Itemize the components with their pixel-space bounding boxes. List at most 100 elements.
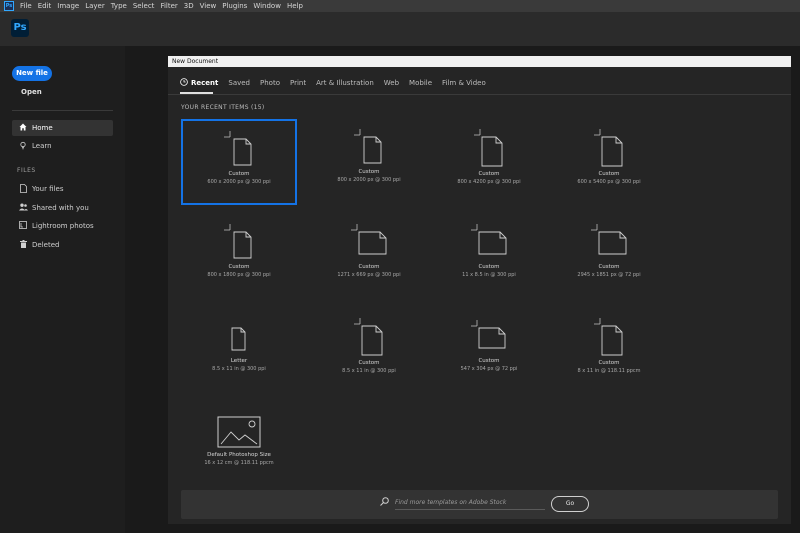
item-dimensions: 2945 x 1851 px @ 72 ppi (577, 272, 641, 278)
item-name: Custom (598, 264, 620, 270)
item-name: Default Photoshop Size (207, 452, 271, 458)
portrait-document-icon (224, 131, 252, 166)
tab-web[interactable]: Web (384, 79, 399, 87)
item-dimensions: 8.5 x 11 in @ 300 ppi (212, 366, 266, 372)
landscape-document-icon (591, 224, 627, 255)
item-dimensions: 547 x 304 px @ 72 ppi (460, 366, 518, 372)
recent-item[interactable]: Letter 8.5 x 11 in @ 300 ppi (181, 308, 297, 394)
landscape-document-icon (351, 224, 387, 255)
tab-label: Recent (191, 79, 219, 87)
item-name: Custom (478, 358, 500, 364)
portrait-document-icon (354, 318, 383, 356)
users-icon (18, 203, 28, 213)
menu-view[interactable]: View (197, 2, 220, 10)
item-dimensions: 11 x 8.5 in @ 300 ppi (462, 272, 516, 278)
photoshop-logo[interactable]: Ps (11, 19, 29, 37)
menu-3d[interactable]: 3D (181, 2, 197, 10)
item-name: Custom (358, 169, 380, 175)
sidebar-divider (12, 110, 113, 111)
go-button[interactable]: Go (551, 496, 589, 512)
preset-tabs: Recent Saved Photo Print Art & Illustrat… (180, 77, 496, 89)
recent-item[interactable]: Custom 600 x 5400 px @ 300 ppi (551, 119, 667, 205)
template-search-bar: Go (181, 490, 778, 519)
open-button[interactable]: Open (21, 88, 42, 96)
image-placeholder-icon (217, 416, 261, 448)
recent-item[interactable]: Custom 800 x 4200 px @ 300 ppi (431, 119, 547, 205)
files-heading: FILES (17, 167, 36, 174)
item-name: Custom (598, 360, 620, 366)
tab-mobile[interactable]: Mobile (409, 79, 432, 87)
tab-saved[interactable]: Saved (228, 79, 250, 87)
recent-item[interactable]: Default Photoshop Size 16 x 12 cm @ 118.… (181, 406, 297, 492)
item-dimensions: 1271 x 669 px @ 300 ppi (337, 272, 401, 278)
home-sidebar: New file Open Home Learn FILES Your file… (0, 46, 125, 533)
item-name: Custom (598, 171, 620, 177)
menu-window[interactable]: Window (250, 2, 284, 10)
item-name: Custom (228, 264, 250, 270)
menu-file[interactable]: File (17, 2, 35, 10)
app-header (0, 12, 800, 46)
lightbulb-icon (18, 141, 28, 152)
recent-item[interactable]: Custom 800 x 1800 px @ 300 ppi (181, 214, 297, 300)
item-name: Custom (358, 360, 380, 366)
tab-divider (168, 94, 791, 95)
sidebar-item-label: Deleted (32, 241, 60, 249)
sidebar-item-deleted[interactable]: Deleted (12, 237, 113, 253)
tab-film-video[interactable]: Film & Video (442, 79, 486, 87)
recent-items-heading: YOUR RECENT ITEMS (15) (181, 104, 265, 111)
template-search-input[interactable] (395, 496, 545, 510)
tab-recent[interactable]: Recent (180, 78, 218, 88)
recent-item[interactable]: Custom 8 x 11 in @ 118.11 ppcm (551, 308, 667, 394)
sidebar-item-shared[interactable]: Shared with you (12, 200, 113, 216)
sidebar-item-label: Home (32, 124, 53, 132)
sidebar-item-your-files[interactable]: Your files (12, 181, 113, 197)
item-dimensions: 16 x 12 cm @ 118.11 ppcm (204, 460, 274, 466)
menu-plugins[interactable]: Plugins (219, 2, 250, 10)
portrait-document-icon (474, 129, 503, 167)
new-file-button[interactable]: New file (12, 66, 52, 81)
tab-print[interactable]: Print (290, 79, 306, 87)
menu-help[interactable]: Help (284, 2, 306, 10)
recent-item[interactable]: Custom 8.5 x 11 in @ 300 ppi (311, 308, 427, 394)
menu-select[interactable]: Select (130, 2, 158, 10)
item-name: Letter (230, 358, 248, 364)
item-dimensions: 800 x 4200 px @ 300 ppi (457, 179, 521, 185)
trash-icon (18, 240, 28, 250)
menu-type[interactable]: Type (108, 2, 130, 10)
menu-edit[interactable]: Edit (35, 2, 55, 10)
item-name: Custom (228, 171, 250, 177)
item-dimensions: 600 x 2000 px @ 300 ppi (207, 179, 271, 185)
sidebar-item-label: Lightroom photos (32, 222, 94, 230)
sidebar-item-lightroom[interactable]: Lightroom photos (12, 218, 113, 234)
menu-image[interactable]: Image (54, 2, 82, 10)
landscape-document-icon (471, 320, 506, 349)
item-name: Custom (478, 171, 500, 177)
item-dimensions: 600 x 5400 px @ 300 ppi (577, 179, 641, 185)
search-icon (380, 497, 390, 507)
clock-icon (180, 78, 188, 88)
recent-item[interactable]: Custom 600 x 2000 px @ 300 ppi (181, 119, 297, 205)
portrait-document-icon (224, 224, 252, 259)
recent-item[interactable]: Custom 2945 x 1851 px @ 72 ppi (551, 214, 667, 300)
sidebar-item-learn[interactable]: Learn (12, 138, 113, 154)
sidebar-item-label: Your files (32, 185, 64, 193)
tab-art-illustration[interactable]: Art & Illustration (316, 79, 374, 87)
tab-photo[interactable]: Photo (260, 79, 280, 87)
menu-filter[interactable]: Filter (157, 2, 180, 10)
portrait-document-icon (354, 129, 382, 164)
item-dimensions: 8 x 11 in @ 118.11 ppcm (577, 368, 641, 374)
dialog-title: New Document (168, 56, 791, 67)
recent-item[interactable]: Custom 11 x 8.5 in @ 300 ppi (431, 214, 547, 300)
sidebar-item-label: Learn (32, 142, 52, 150)
portrait-document-icon (594, 318, 623, 356)
letter-document-icon (231, 327, 246, 351)
recent-item[interactable]: Custom 1271 x 669 px @ 300 ppi (311, 214, 427, 300)
menu-layer[interactable]: Layer (82, 2, 108, 10)
recent-item[interactable]: Custom 800 x 2000 px @ 300 ppi (311, 119, 427, 205)
new-document-dialog: New Document Recent Saved Photo Print Ar… (168, 56, 791, 524)
recent-item[interactable]: Custom 547 x 304 px @ 72 ppi (431, 308, 547, 394)
menu-bar: Ps File Edit Image Layer Type Select Fil… (0, 0, 800, 12)
home-icon (18, 123, 28, 133)
sidebar-item-label: Shared with you (32, 204, 89, 212)
sidebar-item-home[interactable]: Home (12, 120, 113, 136)
